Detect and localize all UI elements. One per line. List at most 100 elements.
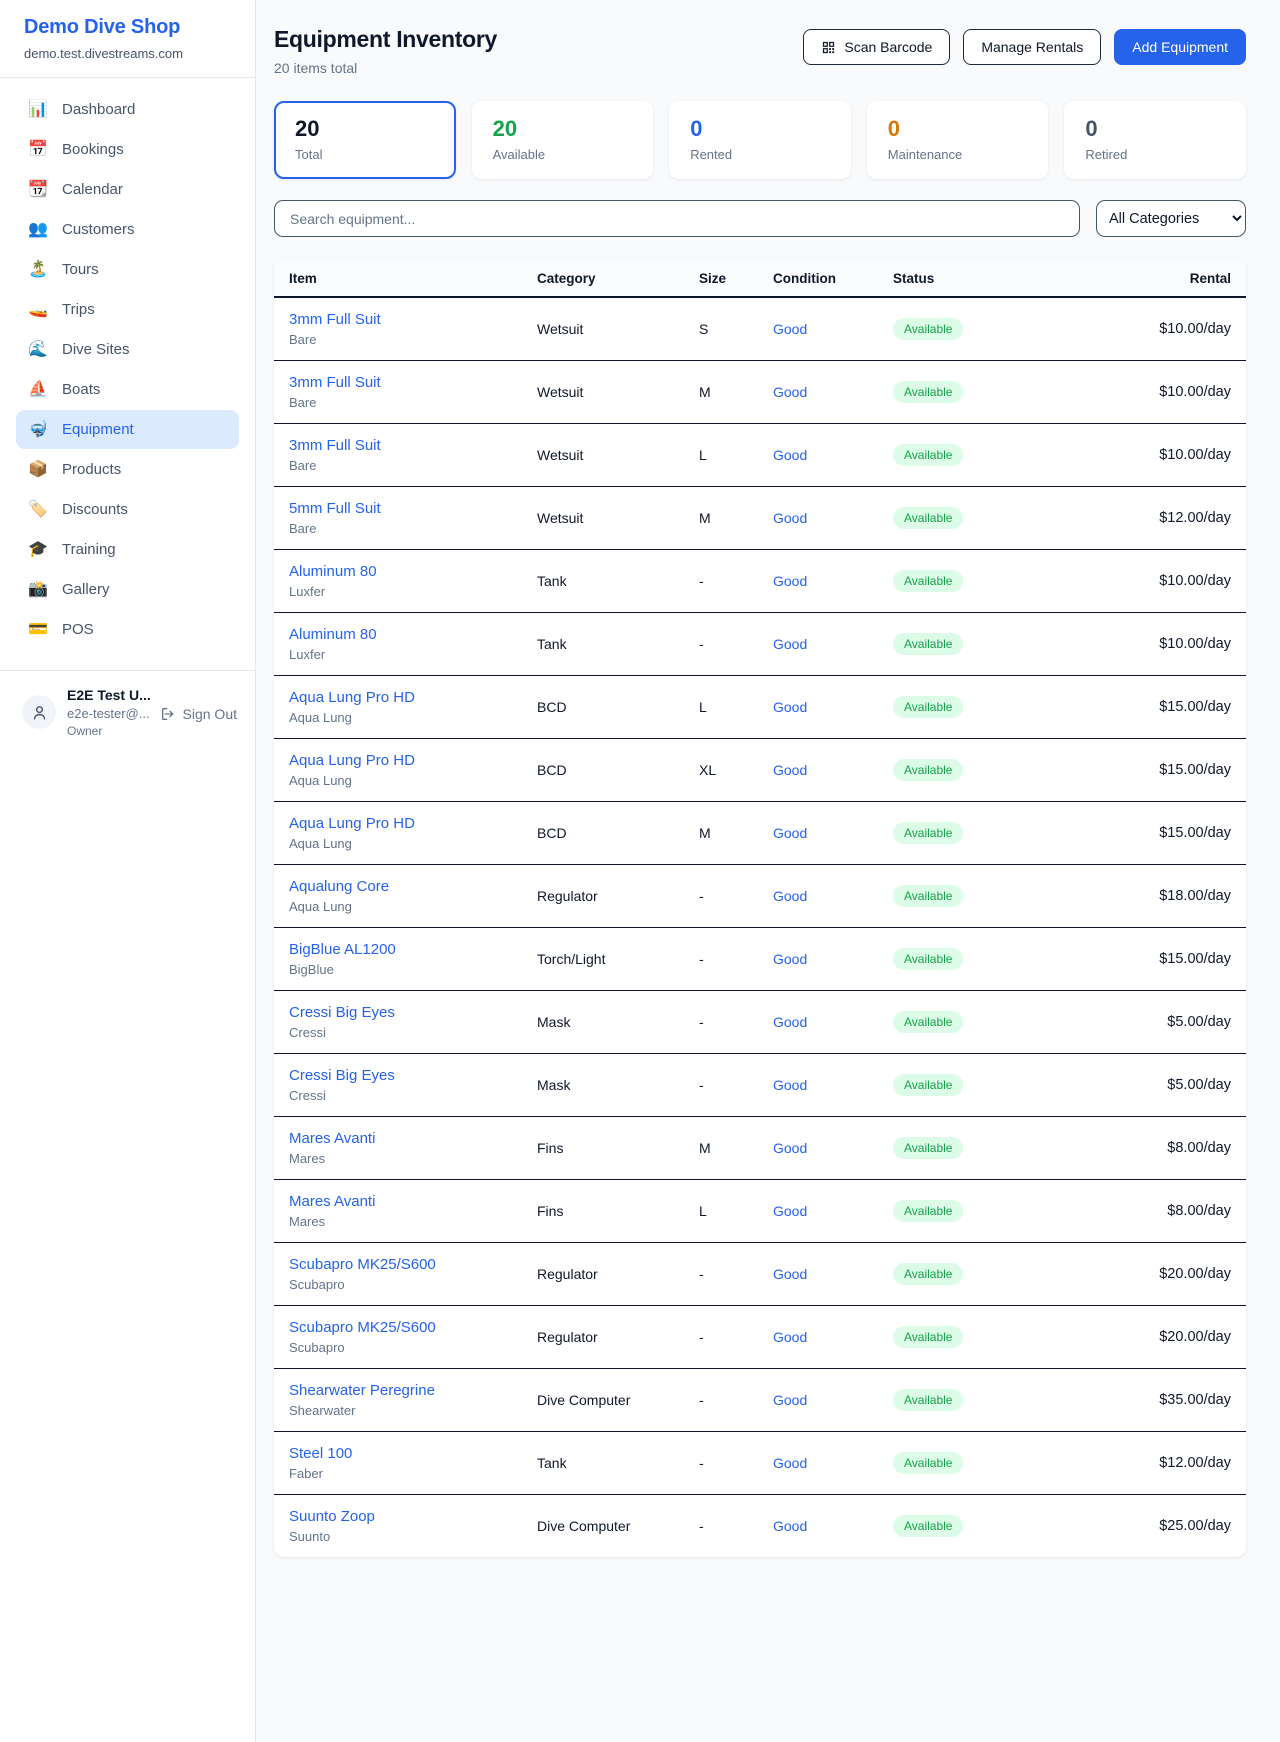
item-name-link[interactable]: Aqua Lung Pro HD: [289, 689, 537, 706]
sidebar-item-training[interactable]: 🎓 Training: [16, 530, 239, 569]
item-name-link[interactable]: Shearwater Peregrine: [289, 1382, 537, 1399]
add-equipment-label: Add Equipment: [1132, 39, 1228, 55]
stat-card-available[interactable]: 20 Available: [472, 101, 654, 179]
cell-condition[interactable]: Good: [773, 1077, 893, 1093]
scan-barcode-button[interactable]: Scan Barcode: [803, 29, 950, 65]
cell-condition[interactable]: Good: [773, 573, 893, 589]
cell-item: 3mm Full Suit Bare: [289, 374, 537, 410]
sidebar-item-calendar[interactable]: 📆 Calendar: [16, 170, 239, 209]
user-name: E2E Test U...: [67, 687, 149, 703]
user-email: e2e-tester@...: [67, 706, 149, 721]
manage-rentals-label: Manage Rentals: [981, 39, 1083, 55]
sidebar-item-bookings[interactable]: 📅 Bookings: [16, 130, 239, 169]
cell-category: Tank: [537, 573, 699, 589]
sidebar-item-equipment[interactable]: 🤿 Equipment: [16, 410, 239, 449]
sidebar-item-discounts[interactable]: 🏷️ Discounts: [16, 490, 239, 529]
sidebar-item-dashboard[interactable]: 📊 Dashboard: [16, 90, 239, 129]
cell-condition[interactable]: Good: [773, 1392, 893, 1408]
cell-item: Aluminum 80 Luxfer: [289, 563, 537, 599]
trips-icon: 🚤: [26, 302, 50, 318]
cell-condition[interactable]: Good: [773, 1518, 893, 1534]
sidebar-item-products[interactable]: 📦 Products: [16, 450, 239, 489]
cell-condition[interactable]: Good: [773, 1266, 893, 1282]
cell-item: Cressi Big Eyes Cressi: [289, 1067, 537, 1103]
cell-size: M: [699, 825, 773, 841]
sidebar-item-tours[interactable]: 🏝️ Tours: [16, 250, 239, 289]
item-name-link[interactable]: Aluminum 80: [289, 563, 537, 580]
item-name-link[interactable]: Mares Avanti: [289, 1130, 537, 1147]
cell-rental: $15.00/day: [1053, 825, 1231, 841]
cell-size: -: [699, 1077, 773, 1093]
item-name-link[interactable]: Cressi Big Eyes: [289, 1004, 537, 1021]
cell-condition[interactable]: Good: [773, 321, 893, 337]
item-brand: Mares: [289, 1151, 537, 1166]
item-name-link[interactable]: 3mm Full Suit: [289, 437, 537, 454]
sidebar-item-gallery[interactable]: 📸 Gallery: [16, 570, 239, 609]
stat-card-retired[interactable]: 0 Retired: [1064, 101, 1246, 179]
item-name-link[interactable]: 5mm Full Suit: [289, 500, 537, 517]
item-name-link[interactable]: Aqua Lung Pro HD: [289, 815, 537, 832]
cell-item: Aqualung Core Aqua Lung: [289, 878, 537, 914]
item-brand: Aqua Lung: [289, 836, 537, 851]
item-name-link[interactable]: Aqualung Core: [289, 878, 537, 895]
bookings-icon: 📅: [26, 142, 50, 158]
item-name-link[interactable]: Suunto Zoop: [289, 1508, 537, 1525]
cell-condition[interactable]: Good: [773, 1140, 893, 1156]
cell-condition[interactable]: Good: [773, 951, 893, 967]
add-equipment-button[interactable]: Add Equipment: [1114, 29, 1246, 65]
cell-condition[interactable]: Good: [773, 1203, 893, 1219]
table-row: 5mm Full Suit Bare Wetsuit M Good Availa…: [274, 487, 1246, 550]
item-name-link[interactable]: 3mm Full Suit: [289, 374, 537, 391]
cell-condition[interactable]: Good: [773, 888, 893, 904]
category-select[interactable]: All Categories: [1096, 200, 1246, 237]
stat-card-maintenance[interactable]: 0 Maintenance: [867, 101, 1049, 179]
table-body: 3mm Full Suit Bare Wetsuit S Good Availa…: [274, 298, 1246, 1557]
cell-condition[interactable]: Good: [773, 1014, 893, 1030]
page-header: Equipment Inventory 20 items total Scan …: [274, 26, 1246, 76]
sidebar-item-dive-sites[interactable]: 🌊 Dive Sites: [16, 330, 239, 369]
status-badge: Available: [893, 570, 963, 592]
cell-category: Tank: [537, 636, 699, 652]
cell-condition[interactable]: Good: [773, 384, 893, 400]
item-name-link[interactable]: 3mm Full Suit: [289, 311, 537, 328]
sidebar-item-pos[interactable]: 💳 POS: [16, 610, 239, 649]
cell-condition[interactable]: Good: [773, 762, 893, 778]
item-name-link[interactable]: Steel 100: [289, 1445, 537, 1462]
stat-value: 0: [888, 116, 1028, 142]
cell-condition[interactable]: Good: [773, 636, 893, 652]
item-name-link[interactable]: Mares Avanti: [289, 1193, 537, 1210]
stat-card-total[interactable]: 20 Total: [274, 101, 456, 179]
cell-condition[interactable]: Good: [773, 1455, 893, 1471]
table-row: Suunto Zoop Suunto Dive Computer - Good …: [274, 1495, 1246, 1557]
item-name-link[interactable]: Aluminum 80: [289, 626, 537, 643]
products-icon: 📦: [26, 462, 50, 478]
cell-item: Aluminum 80 Luxfer: [289, 626, 537, 662]
cell-rental: $5.00/day: [1053, 1077, 1231, 1093]
stat-card-rented[interactable]: 0 Rented: [669, 101, 851, 179]
search-input[interactable]: [274, 200, 1080, 237]
status-badge: Available: [893, 759, 963, 781]
table-row: Aqua Lung Pro HD Aqua Lung BCD M Good Av…: [274, 802, 1246, 865]
cell-status: Available: [893, 1452, 1053, 1474]
sidebar-item-trips[interactable]: 🚤 Trips: [16, 290, 239, 329]
manage-rentals-button[interactable]: Manage Rentals: [963, 29, 1101, 65]
stat-label: Total: [295, 147, 435, 162]
item-name-link[interactable]: Scubapro MK25/S600: [289, 1319, 537, 1336]
cell-status: Available: [893, 1074, 1053, 1096]
item-name-link[interactable]: Cressi Big Eyes: [289, 1067, 537, 1084]
item-name-link[interactable]: Scubapro MK25/S600: [289, 1256, 537, 1273]
cell-condition[interactable]: Good: [773, 1329, 893, 1345]
cell-condition[interactable]: Good: [773, 510, 893, 526]
sidebar-item-boats[interactable]: ⛵ Boats: [16, 370, 239, 409]
cell-item: Suunto Zoop Suunto: [289, 1508, 537, 1544]
cell-condition[interactable]: Good: [773, 825, 893, 841]
sign-out-button[interactable]: Sign Out: [160, 706, 237, 722]
item-name-link[interactable]: BigBlue AL1200: [289, 941, 537, 958]
tours-icon: 🏝️: [26, 262, 50, 278]
item-name-link[interactable]: Aqua Lung Pro HD: [289, 752, 537, 769]
equipment-table: Item Category Size Condition Status Rent…: [274, 260, 1246, 1557]
cell-condition[interactable]: Good: [773, 447, 893, 463]
cell-condition[interactable]: Good: [773, 699, 893, 715]
item-brand: Luxfer: [289, 647, 537, 662]
sidebar-item-customers[interactable]: 👥 Customers: [16, 210, 239, 249]
